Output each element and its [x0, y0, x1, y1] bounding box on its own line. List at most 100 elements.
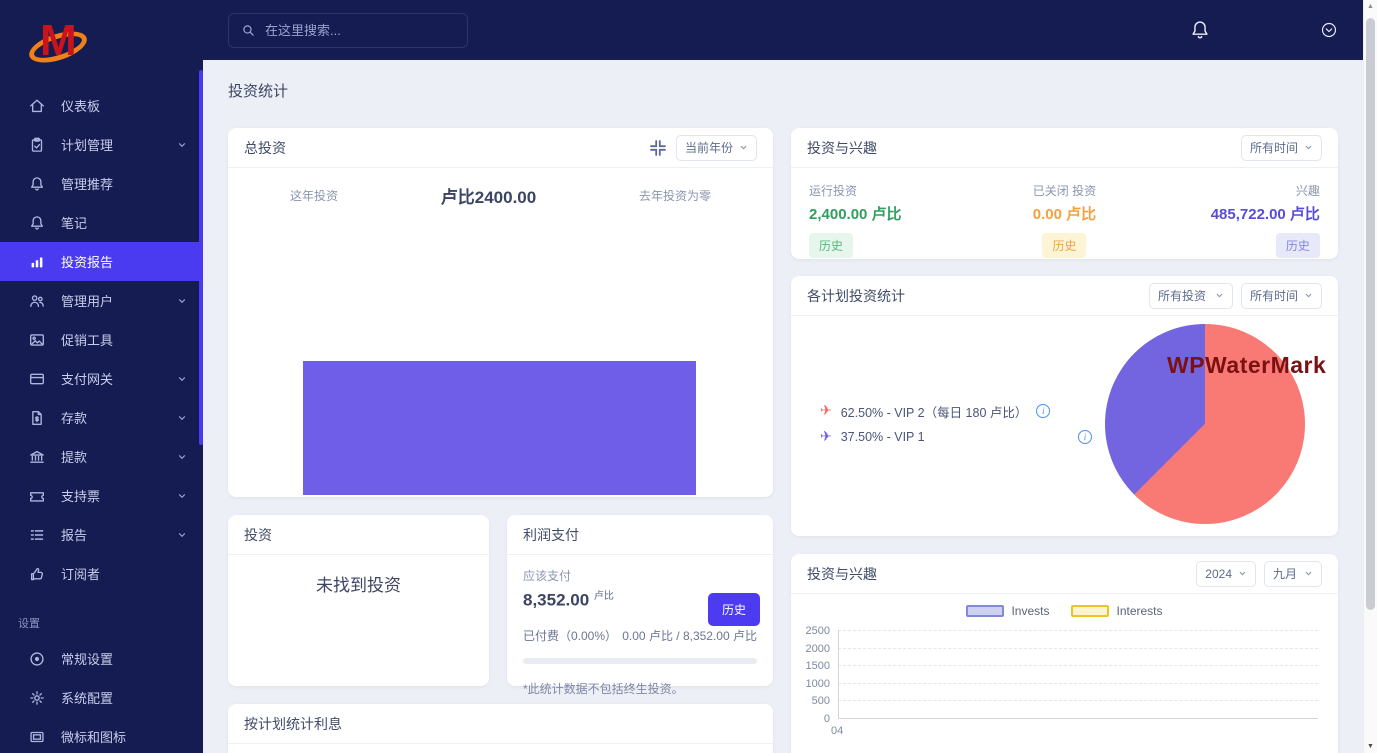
- credit-card-icon: [28, 370, 46, 388]
- sidebar-item-manage-users[interactable]: 管理用户: [0, 281, 203, 320]
- all-invest-select[interactable]: 所有投资: [1149, 283, 1233, 309]
- y-axis-line: [838, 630, 839, 718]
- select-value: 所有时间: [1250, 287, 1298, 304]
- bell-icon: [28, 214, 46, 232]
- invests-swatch-icon: [966, 605, 1004, 617]
- page-title: 投资统计: [228, 80, 288, 101]
- sidebar-item-label: 存款: [61, 408, 87, 427]
- sidebar-item-deposits[interactable]: 存款: [0, 398, 203, 437]
- thumbs-up-icon: [28, 565, 46, 583]
- sidebar-item-label: 促销工具: [61, 330, 113, 349]
- card-title: 按计划统计利息: [244, 714, 342, 734]
- invest-bar-chart: [303, 361, 696, 495]
- legend-label: 62.50% - VIP 2（每日 180 卢比）: [841, 402, 1028, 421]
- sidebar-item-manage-referral[interactable]: 管理推荐: [0, 164, 203, 203]
- chevron-down-icon: [177, 452, 187, 462]
- card-total-invest: 总投资 当前年份 这年投资 卢比2400.00 去年投资为零: [228, 128, 773, 497]
- image-icon: [28, 331, 46, 349]
- sidebar-item-notes[interactable]: 笔记: [0, 203, 203, 242]
- card-invest: 投资 未找到投资: [228, 515, 489, 686]
- history-badge[interactable]: 历史: [809, 233, 853, 258]
- brand-logo: M: [28, 12, 90, 70]
- chevron-down-icon: [177, 413, 187, 423]
- sidebar-item-label: 订阅者: [61, 564, 100, 583]
- card-title: 利润支付: [523, 525, 579, 545]
- users-icon: [28, 292, 46, 310]
- chevron-down-icon: [177, 140, 187, 150]
- list-icon: [28, 526, 46, 544]
- history-button[interactable]: 历史: [708, 593, 760, 626]
- history-badge[interactable]: 历史: [1042, 233, 1086, 258]
- year-select[interactable]: 2024: [1196, 561, 1256, 587]
- sidebar-item-plan-management[interactable]: 计划管理: [0, 125, 203, 164]
- pie-legend: ✈ 62.50% - VIP 2（每日 180 卢比） i ✈ 37.50% -…: [820, 398, 1092, 450]
- select-value: 所有投资: [1158, 287, 1206, 304]
- due-label: 应该支付: [523, 567, 757, 584]
- file-dollar-icon: [28, 409, 46, 427]
- page-scrollbar[interactable]: ▲ ▼: [1363, 0, 1377, 753]
- sidebar: M 仪表板 计划管理 管理推荐 笔记 投资报告: [0, 0, 203, 753]
- last-year-invest-label: 去年投资为零: [639, 187, 711, 204]
- sidebar-item-payment-gateway[interactable]: 支付网关: [0, 359, 203, 398]
- main-content: 投资统计 总投资 当前年份 这年投资 卢比2400.00 去年投资为零 投资: [203, 60, 1363, 753]
- disc-icon: [28, 650, 46, 668]
- select-value: 当前年份: [685, 139, 733, 156]
- legend-invests: Invests: [966, 604, 1049, 618]
- stat-label: 运行投资: [809, 182, 979, 199]
- sidebar-item-logo-and-icons[interactable]: 微标和图标: [0, 717, 203, 753]
- card-profit-payment: 利润支付 应该支付 8,352.00 卢比 历史 已付费（0.00%） 0.00…: [507, 515, 773, 686]
- profile-chevron-icon[interactable]: [1320, 21, 1338, 39]
- bank-icon: [28, 448, 46, 466]
- sidebar-item-general-settings[interactable]: 常规设置: [0, 639, 203, 678]
- sidebar-item-label: 支持票: [61, 486, 100, 505]
- scroll-up-arrow-icon[interactable]: ▲: [1364, 3, 1377, 10]
- notification-bell-icon[interactable]: [1189, 18, 1211, 42]
- paid-progress-bar: [523, 658, 757, 664]
- due-amount: 8,352.00: [523, 591, 589, 610]
- month-select[interactable]: 九月: [1264, 561, 1322, 587]
- scroll-down-arrow-icon[interactable]: ▼: [1364, 743, 1377, 750]
- sidebar-item-reports[interactable]: 报告: [0, 515, 203, 554]
- sidebar-item-label: 报告: [61, 525, 87, 544]
- card-title: 总投资: [244, 138, 286, 158]
- scrollbar-thumb[interactable]: [1366, 18, 1375, 610]
- sidebar-item-dashboard[interactable]: 仪表板: [0, 86, 203, 125]
- all-time-select[interactable]: 所有时间: [1241, 135, 1322, 161]
- collapse-icon[interactable]: [648, 138, 668, 158]
- history-badge[interactable]: 历史: [1276, 233, 1320, 258]
- sidebar-item-promotion-tools[interactable]: 促销工具: [0, 320, 203, 359]
- legend-interests: Interests: [1071, 604, 1162, 618]
- logo-image-icon: [28, 728, 46, 746]
- chevron-down-icon: [177, 374, 187, 384]
- year-period-select[interactable]: 当前年份: [676, 135, 757, 161]
- sidebar-item-label: 系统配置: [61, 688, 113, 707]
- interest-stat: 兴趣 485,722.00 卢比 历史: [1150, 182, 1320, 258]
- info-icon[interactable]: i: [1036, 404, 1050, 418]
- paid-value: 0.00 卢比 / 8,352.00 卢比: [622, 627, 757, 644]
- all-time-select[interactable]: 所有时间: [1241, 283, 1322, 309]
- chart-bar-icon: [28, 253, 46, 271]
- stat-label: 兴趣: [1150, 182, 1320, 199]
- sidebar-item-support-tickets[interactable]: 支持票: [0, 476, 203, 515]
- sidebar-item-label: 管理用户: [61, 291, 113, 310]
- x-axis-tick: 04: [831, 725, 843, 737]
- plane-icon: ✈: [820, 429, 832, 445]
- card-invest-interest: 投资与兴趣 所有时间 运行投资 2,400.00 卢比 历史 已关闭 投资 0.…: [791, 128, 1338, 259]
- card-title: 各计划投资统计: [807, 286, 905, 306]
- search-input[interactable]: [265, 23, 445, 38]
- logo-area[interactable]: M: [0, 0, 203, 86]
- sidebar-item-withdrawals[interactable]: 提款: [0, 437, 203, 476]
- bell-icon: [28, 175, 46, 193]
- stat-value: 2,400.00 卢比: [809, 203, 979, 224]
- y-axis-tick: 1500: [806, 660, 830, 672]
- sidebar-item-subscribers[interactable]: 订阅者: [0, 554, 203, 593]
- stat-value: 0.00 卢比: [979, 203, 1149, 224]
- sidebar-item-system-configuration[interactable]: 系统配置: [0, 678, 203, 717]
- chevron-down-icon: [177, 491, 187, 501]
- legend-item-vip2: ✈ 62.50% - VIP 2（每日 180 卢比） i: [820, 398, 1092, 424]
- sidebar-item-investment-report[interactable]: 投资报告: [0, 242, 203, 281]
- info-icon[interactable]: i: [1078, 430, 1092, 444]
- legend-label: 37.50% - VIP 1: [841, 430, 925, 444]
- this-year-invest-label: 这年投资: [290, 187, 338, 204]
- search-icon: [241, 23, 256, 38]
